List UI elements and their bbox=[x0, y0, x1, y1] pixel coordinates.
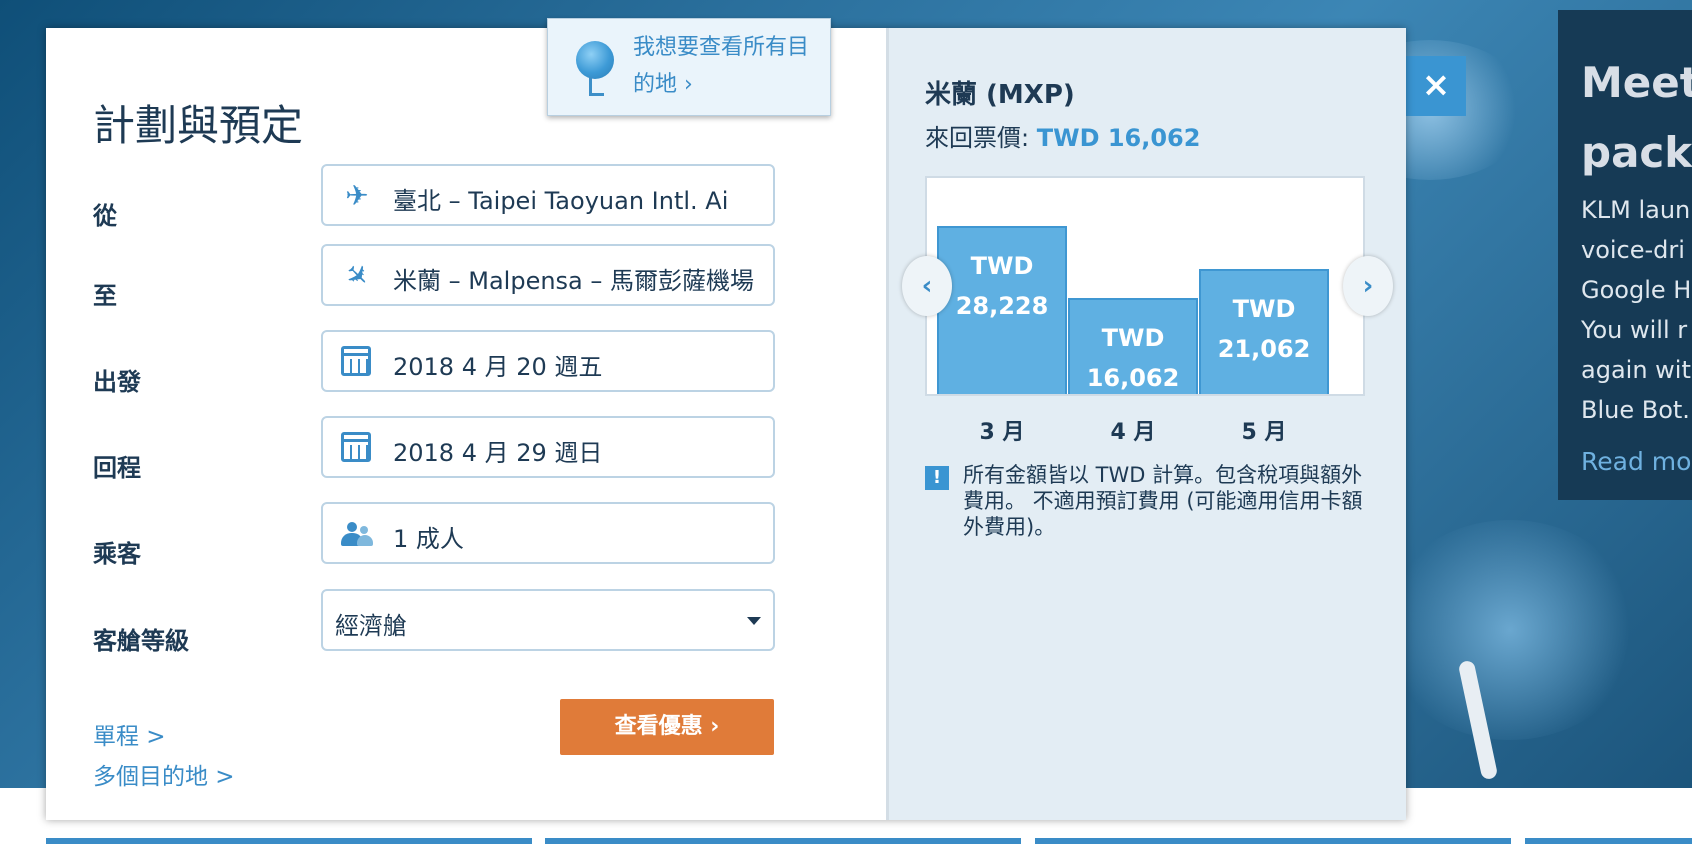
divider bbox=[1525, 838, 1692, 844]
dialog-title: 計劃與預定 bbox=[93, 101, 304, 150]
month-label: 4 月 bbox=[1110, 420, 1156, 445]
to-label: 至 bbox=[93, 282, 117, 310]
globe-icon bbox=[576, 41, 614, 79]
divider bbox=[1035, 838, 1511, 844]
depart-label: 出發 bbox=[93, 368, 141, 396]
bar-currency-label: TWD bbox=[1101, 324, 1165, 352]
globe-stand bbox=[589, 77, 604, 96]
passengers-value: 1 成人 bbox=[393, 525, 464, 553]
info-icon: ! bbox=[925, 466, 949, 490]
destination-city: 米蘭 (MXP) bbox=[925, 80, 1075, 110]
from-field[interactable]: ✈ 臺北 – Taipei Taoyuan Intl. Ai bbox=[321, 164, 775, 226]
booking-dialog: 計劃與預定 我想要查看所有目的地 › 從 ✈ 臺北 – Taipei Taoyu… bbox=[46, 18, 1406, 820]
depart-date-value: 2018 4 月 20 週五 bbox=[393, 353, 603, 381]
passengers-icon bbox=[341, 522, 373, 548]
all-destinations-button[interactable]: 我想要查看所有目的地 › bbox=[547, 18, 831, 116]
bar-value-label: 16,062 bbox=[1086, 364, 1180, 392]
booking-form: 計劃與預定 我想要查看所有目的地 › 從 ✈ 臺北 – Taipei Taoyu… bbox=[46, 18, 886, 820]
to-field[interactable]: ✈ 米蘭 – Malpensa – 馬爾彭薩機場 bbox=[321, 244, 775, 306]
chart-bar[interactable]: TWD 21,062 bbox=[1199, 269, 1329, 394]
multi-city-link[interactable]: 多個目的地 > bbox=[93, 757, 235, 791]
bar-value-label: 28,228 bbox=[955, 292, 1049, 320]
view-deals-button[interactable]: 查看優惠 › bbox=[560, 699, 774, 755]
monthly-fare-chart: TWD 28,228 TWD 16,062 TWD 21,062 bbox=[925, 176, 1365, 396]
calendar-icon bbox=[341, 346, 371, 376]
chart-prev-button[interactable]: ‹ bbox=[902, 256, 952, 316]
promo-body: KLM laun voice-dri Google H You will r a… bbox=[1581, 196, 1692, 424]
chevron-down-icon bbox=[747, 617, 761, 625]
round-trip-fare: 來回票價: TWD 16,062 bbox=[925, 118, 1200, 153]
month-label: 3 月 bbox=[979, 420, 1025, 445]
promo-panel: Meet pack KLM laun voice-dri Google H Yo… bbox=[1558, 10, 1692, 500]
from-label: 從 bbox=[93, 202, 117, 230]
divider bbox=[545, 838, 1021, 844]
fare-label: 來回票價: bbox=[925, 124, 1037, 152]
bar-currency-label: TWD bbox=[1232, 295, 1296, 323]
to-value: 米蘭 – Malpensa – 馬爾彭薩機場 bbox=[393, 267, 755, 295]
passengers-field[interactable]: 1 成人 bbox=[321, 502, 775, 564]
chart-next-button[interactable]: › bbox=[1343, 256, 1393, 316]
fare-note: 所有金額皆以 TWD 計算。包含稅項與額外費用。 不適用預訂費用 (可能適用信用… bbox=[963, 463, 1363, 539]
chart-bar[interactable]: TWD 28,228 bbox=[937, 226, 1067, 394]
calendar-icon bbox=[341, 432, 371, 462]
plane-departure-icon: ✈ bbox=[345, 179, 369, 212]
background-shape bbox=[1380, 520, 1640, 740]
divider bbox=[46, 838, 532, 844]
cabin-value: 經濟艙 bbox=[335, 612, 407, 640]
bar-value-label: 21,062 bbox=[1217, 335, 1311, 363]
all-destinations-label: 我想要查看所有目的地 › bbox=[633, 35, 810, 97]
depart-date-field[interactable]: 2018 4 月 20 週五 bbox=[321, 330, 775, 392]
passengers-label: 乘客 bbox=[93, 540, 141, 568]
plane-arrival-icon: ✈ bbox=[337, 255, 378, 296]
cabin-select[interactable]: 經濟艙 bbox=[321, 589, 775, 651]
bar-currency-label: TWD bbox=[970, 252, 1034, 280]
return-label: 回程 bbox=[93, 454, 141, 482]
promo-heading: Meet pack bbox=[1581, 58, 1692, 177]
fare-amount: TWD 16,062 bbox=[1036, 124, 1201, 152]
month-label: 5 月 bbox=[1241, 420, 1287, 445]
fare-panel: 米蘭 (MXP) 來回票價: TWD 16,062 TWD 28,228 TWD 16… bbox=[886, 28, 1406, 820]
one-way-link[interactable]: 單程 > bbox=[93, 717, 166, 751]
read-more-link[interactable]: Read mo bbox=[1581, 447, 1691, 476]
from-value: 臺北 – Taipei Taoyuan Intl. Ai bbox=[393, 187, 729, 215]
return-date-field[interactable]: 2018 4 月 29 週日 bbox=[321, 416, 775, 478]
cabin-label: 客艙等級 bbox=[93, 627, 189, 655]
chart-bar[interactable]: TWD 16,062 bbox=[1068, 298, 1198, 394]
return-date-value: 2018 4 月 29 週日 bbox=[393, 439, 603, 467]
close-button[interactable]: × bbox=[1406, 56, 1466, 116]
